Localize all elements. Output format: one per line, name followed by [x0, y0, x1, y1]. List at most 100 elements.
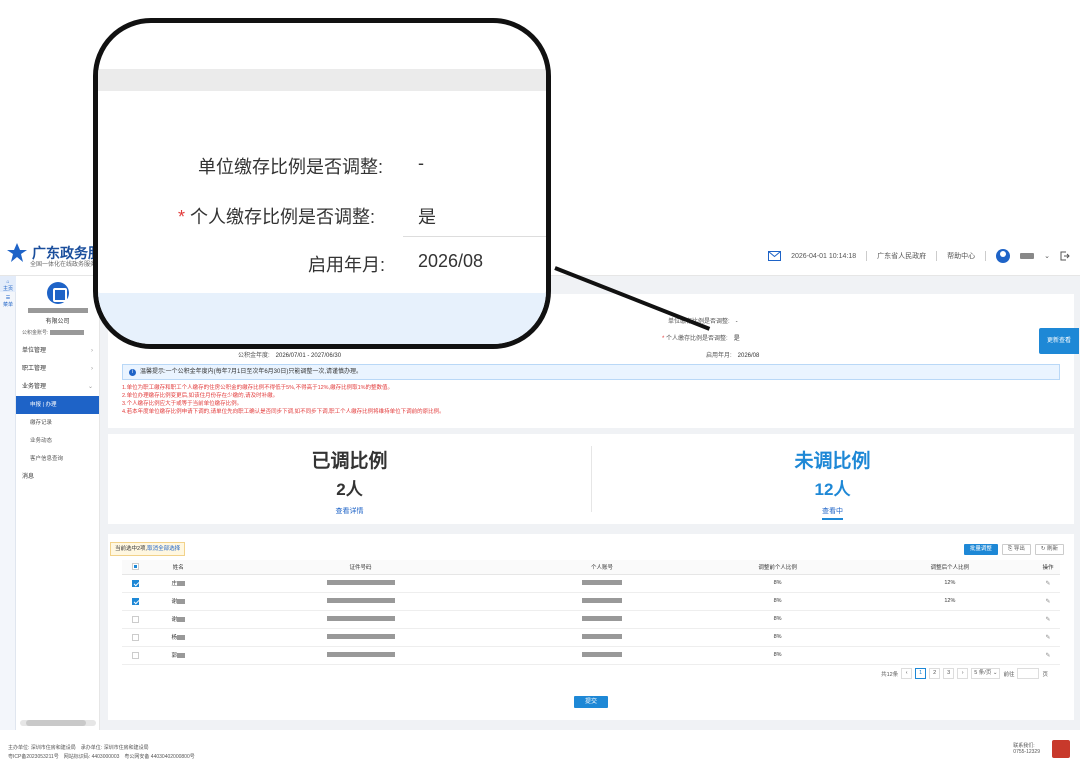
chevron-down-icon[interactable]: ⌄ [1044, 252, 1050, 260]
submit-button[interactable]: 提交 [574, 696, 608, 708]
export-button[interactable]: ⎘ 导出 [1001, 544, 1031, 555]
edit-icon[interactable]: ✎ [1045, 635, 1050, 641]
table-row[interactable]: 谢 8% ✎ [122, 610, 1060, 629]
masked-text [176, 653, 185, 659]
row-before: 8% [691, 646, 864, 665]
table-panel: 当前选中2项,取消全部选择 批量调整 ⎘ 导出 ↻ 刷新 姓名 证件号码 个人账… [108, 534, 1074, 720]
zoom-personal-row: * 个人缴存比例是否调整: 是 [178, 203, 436, 229]
help-link[interactable]: 帮助中心 [947, 251, 975, 261]
logout-icon[interactable] [1060, 251, 1070, 261]
footer-site-id: 网站标识码: 4403000003 [63, 754, 120, 760]
edit-icon[interactable]: ✎ [1045, 599, 1050, 605]
masked-account [582, 616, 622, 622]
next-page-button[interactable]: › [957, 668, 969, 679]
user-name-masked[interactable] [1020, 253, 1035, 259]
sidebar-item-unit[interactable]: 单位管理 › [16, 342, 99, 360]
pending-view-link[interactable]: 查看中 [822, 506, 843, 520]
adjusted-detail-link[interactable]: 查看详情 [336, 506, 364, 516]
zoom-tip-band [98, 293, 546, 344]
row-checkbox[interactable] [131, 633, 139, 641]
brand-slogan: 全国一体化在线政务服务 [30, 262, 97, 268]
avatar[interactable] [996, 249, 1011, 263]
edit-icon[interactable]: ✎ [1045, 617, 1050, 623]
adjusted-count: 2人 [336, 480, 363, 499]
sidebar-scrollbar[interactable] [20, 720, 96, 726]
sidebar-item-label: 职工管理 [22, 366, 47, 372]
sidebar-subitem-records[interactable]: 缴存记录 [16, 414, 99, 432]
rail-home-label: 主页 [2, 286, 13, 292]
select-all-cell[interactable] [122, 560, 148, 575]
masked-account [582, 652, 622, 658]
row-after: 12% [863, 574, 1036, 593]
masked-id [326, 634, 395, 640]
row-checkbox[interactable] [131, 597, 139, 605]
footer-operator: 承办单位: 深圳市住房和建设局 [80, 745, 149, 751]
footer-police[interactable]: 粤公网安备 44030402000800号 [124, 754, 194, 760]
refresh-label: 刷新 [1046, 546, 1058, 552]
masked-text [176, 635, 185, 641]
masked-text [176, 617, 185, 623]
sidebar-subitem-apply[interactable]: 申报 | 办理 [16, 396, 99, 414]
table-row[interactable]: 庄 8% 12% ✎ [122, 574, 1060, 593]
row-after [863, 628, 1036, 647]
sidebar-subitem-customer[interactable]: 客户信息查询 [16, 450, 99, 468]
select-all-checkbox[interactable] [131, 563, 139, 571]
zoom-input-underline [403, 236, 546, 237]
tip-banner: i 温馨提示:一个公积金年度内(每年7月1日至次年6月30日)只能调整一次,请谨慎… [122, 364, 1060, 380]
float-update-button[interactable]: 更新查看 [1039, 328, 1079, 354]
row-checkbox[interactable] [131, 615, 139, 623]
page-1[interactable]: 1 [915, 668, 927, 679]
account-masked [50, 330, 85, 335]
page-jump-input[interactable] [1017, 668, 1040, 679]
header-divider [936, 251, 938, 261]
edit-icon[interactable]: ✎ [1045, 653, 1050, 659]
brand-logo-icon [7, 243, 27, 262]
start-month-label: 启用年月: [706, 353, 732, 359]
refresh-button[interactable]: ↻ 刷新 [1034, 544, 1064, 555]
sidebar-subitem-dynamics[interactable]: 业务动态 [16, 432, 99, 450]
zoom-callout: 单位缴存比例是否调整: - * 个人缴存比例是否调整: 是 启用年月: 2026… [93, 18, 551, 349]
rules-list: 1.单位为职工缴存和职工个人缴存的住房公积金的缴存比例不得低于5%,不得高于12… [122, 384, 445, 416]
footer-icp[interactable]: 粤ICP备2023053211号 [8, 754, 59, 760]
page-size-select[interactable]: 5 条/页 ⌄ [971, 668, 1001, 679]
row-checkbox[interactable] [131, 651, 139, 659]
personal-adjust-value[interactable]: 是 [734, 336, 740, 342]
pending-stat: 未调比例 12人 查看中 [591, 434, 1074, 524]
scrollbar-thumb[interactable] [26, 720, 86, 726]
table-row[interactable]: 杨 8% ✎ [122, 628, 1060, 647]
personal-adjust-label: 个人缴存比例是否调整: [666, 336, 728, 342]
cancel-selection-link[interactable]: 取消全部选择 [147, 546, 180, 552]
total-count: 共12条 [881, 671, 899, 678]
masked-id [326, 652, 395, 658]
zoom-unit-label: 单位缴存比例是否调整: [198, 157, 383, 177]
prev-page-button[interactable]: ‹ [901, 668, 913, 679]
sidebar-item-staff[interactable]: 职工管理 › [16, 360, 99, 378]
footer-sponsor: 主办单位: 深圳市住房和建设局 [8, 745, 76, 751]
sidebar: 有限公司 公积金账号: 单位管理 › 职工管理 › 业务管理 ⌄ 申报 | 办理 缴存… [16, 276, 100, 730]
gov-link[interactable]: 广东省人民政府 [877, 251, 926, 261]
page-2[interactable]: 2 [929, 668, 941, 679]
sidebar-item-business[interactable]: 业务管理 ⌄ [16, 378, 99, 396]
account-label: 公积金账号: [22, 330, 49, 336]
zoom-required-mark: * [178, 207, 186, 227]
footer-contact-label: 联系我们: [1013, 743, 1035, 749]
unit-adjust-value: - [735, 319, 738, 325]
masked-id [326, 580, 395, 586]
start-month-value[interactable]: 2026/08 [738, 353, 760, 359]
row-checkbox[interactable] [131, 579, 139, 587]
rail-menu[interactable]: ☰ 菜单 [0, 292, 16, 308]
batch-adjust-button[interactable]: 批量调整 [963, 544, 998, 555]
gov-badge-icon[interactable] [1052, 740, 1070, 758]
sidebar-item-messages[interactable]: 消息 [16, 468, 99, 486]
rail-home[interactable]: ⌂ 主页 [0, 276, 16, 292]
edit-icon[interactable]: ✎ [1045, 581, 1050, 587]
mail-icon[interactable] [768, 251, 782, 261]
table-row[interactable]: 谢 8% 12% ✎ [122, 592, 1060, 611]
row-before: 8% [691, 610, 864, 629]
col-action: 操作 [1036, 560, 1060, 575]
company-name-masked [27, 308, 88, 313]
page-3[interactable]: 3 [943, 668, 955, 679]
col-name: 姓名 [148, 560, 209, 575]
sidebar-item-label: 业务管理 [22, 384, 47, 390]
table-row[interactable]: 郭 8% ✎ [122, 646, 1060, 665]
